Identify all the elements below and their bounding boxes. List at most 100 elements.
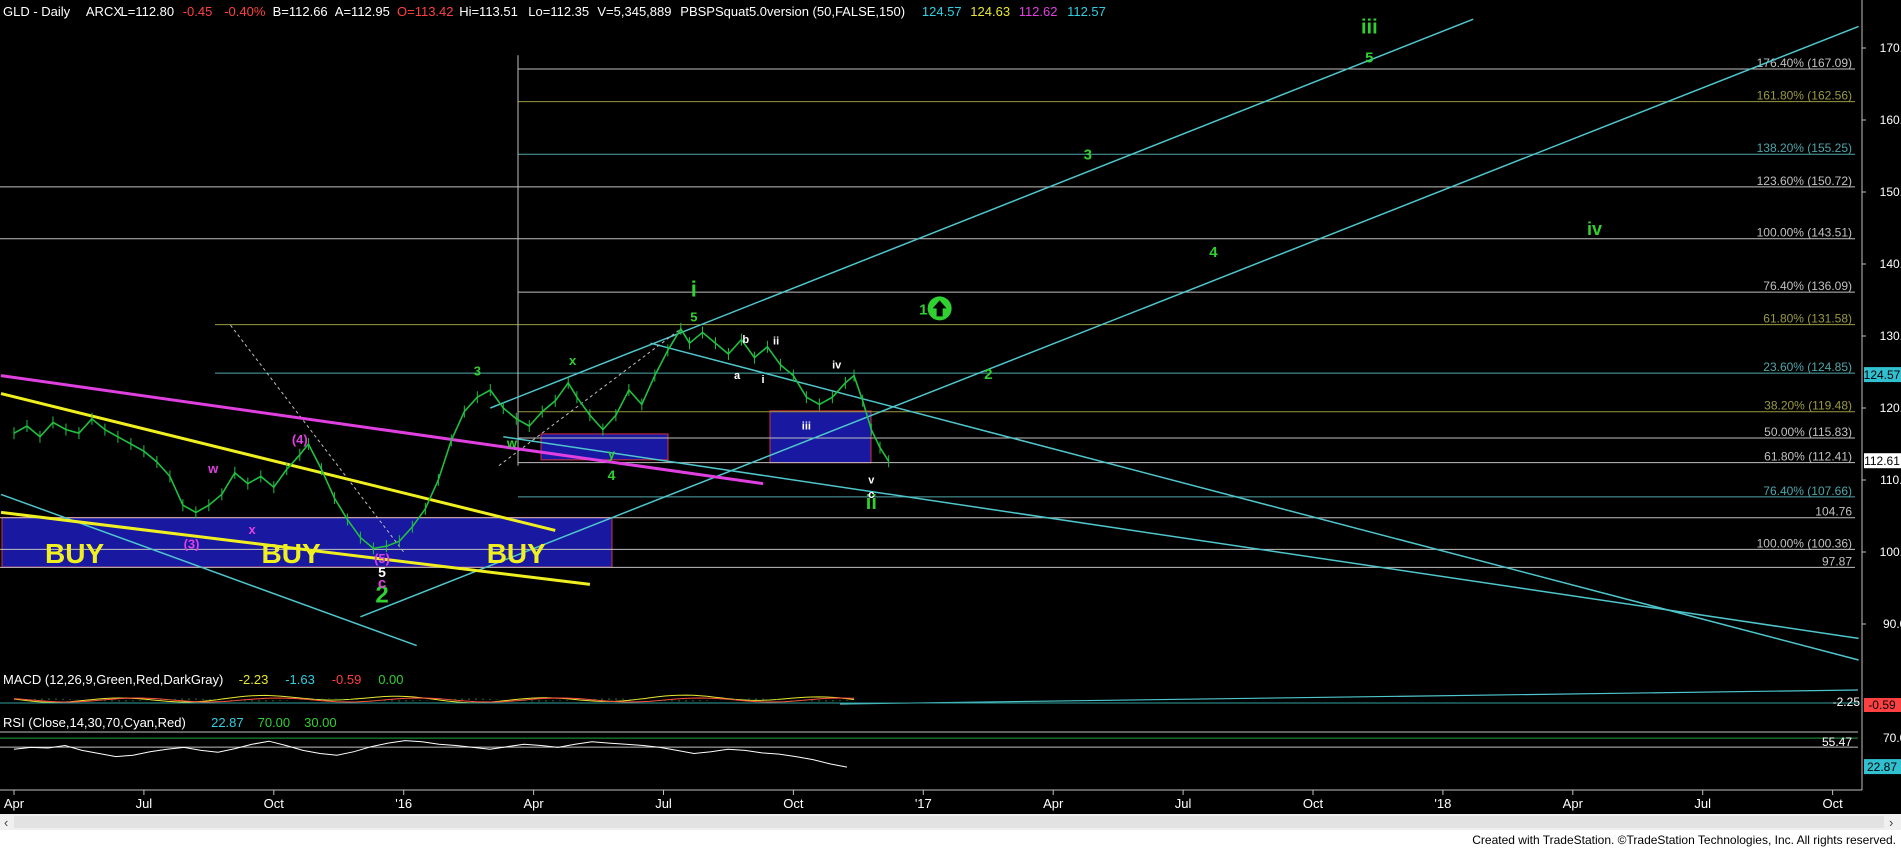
wave-label: 5	[690, 310, 697, 325]
time-tick-label: Oct	[1822, 796, 1843, 811]
wave-label: x	[569, 353, 577, 368]
zone-box	[769, 410, 872, 464]
time-tick-label: Apr	[1563, 796, 1584, 811]
time-tick-label: Jul	[1175, 796, 1192, 811]
header-field: L=112.80	[121, 4, 175, 19]
wave-label: (4)	[292, 432, 308, 447]
fib-level-label: 123.60% (150.72)	[1757, 174, 1852, 188]
fib-level-label: 97.87	[1822, 554, 1852, 568]
price-tick-label: 110.00	[1880, 473, 1901, 487]
macd-value: -2.23	[239, 672, 269, 687]
header-field: 112.62	[1019, 4, 1058, 19]
header-field: -0.40%	[224, 4, 266, 19]
price-marker-label: 124.57	[1864, 368, 1901, 382]
fib-level-label: 100.00% (143.51)	[1757, 226, 1852, 240]
macd-axis-label: -2.25	[1833, 695, 1861, 709]
fib-level-label: 23.60% (124.85)	[1763, 360, 1852, 374]
time-tick-label: Apr	[4, 796, 25, 811]
buy-label: BUY	[45, 538, 104, 569]
rsi-side-label: 55.47	[1822, 735, 1852, 749]
header-field: 124.57	[922, 4, 962, 19]
fib-level-label: 61.80% (131.58)	[1763, 312, 1852, 326]
wave-label: v	[868, 475, 875, 487]
rsi-marker-label: 22.87	[1867, 760, 1897, 774]
rsi-value: 70.00	[258, 715, 291, 730]
header-field: V=5,345,889	[597, 4, 671, 19]
macd-value: -0.59	[332, 672, 362, 687]
fib-level-label: 76.40% (107.66)	[1763, 484, 1852, 498]
wave-label: 1	[919, 301, 927, 318]
chart-canvas: 176.40% (167.09)161.80% (162.56)138.20% …	[0, 0, 1901, 848]
rsi-tick-label: 70.00	[1883, 731, 1901, 745]
wave-label: 5	[1365, 49, 1373, 66]
chart-header: GLD - Daily ARCXL=112.80 -0.45 -0.40% B=112.…	[3, 4, 1106, 19]
time-tick-label: Apr	[523, 796, 544, 811]
header-field: O=113.42	[397, 4, 454, 19]
scroll-left-icon[interactable]: ‹	[4, 815, 8, 830]
header-field: GLD - Daily	[3, 4, 71, 19]
wave-label: c	[378, 575, 386, 592]
price-tick-label: 130.00	[1880, 329, 1901, 343]
fib-level-label: 104.76	[1815, 505, 1852, 519]
wave-label: iii	[802, 421, 811, 433]
header-field: PBSPSquat5.0version (50,FALSE,150)	[680, 4, 905, 19]
up-arrow-icon	[927, 296, 952, 321]
wave-label: w	[207, 461, 219, 476]
wave-label: i	[691, 276, 697, 301]
time-tick-label: Oct	[783, 796, 804, 811]
header-field: B=112.66	[273, 4, 328, 19]
time-tick-label: '16	[395, 796, 412, 811]
wave-label: b	[742, 334, 749, 346]
wave-label: c	[868, 489, 874, 501]
time-tick-label: Jul	[1694, 796, 1711, 811]
fib-level-label: 50.00% (115.83)	[1764, 425, 1852, 439]
time-tick-label: Oct	[264, 796, 285, 811]
wave-label: 4	[1209, 244, 1218, 261]
fib-level-label: 61.80% (112.41)	[1764, 450, 1852, 464]
fib-level-label: 38.20% (119.48)	[1764, 399, 1852, 413]
price-tick-label: 120.00	[1880, 401, 1901, 415]
time-tick-label: '18	[1434, 796, 1451, 811]
fib-level-label: 161.80% (162.56)	[1757, 89, 1852, 103]
wave-label: x	[249, 522, 257, 537]
fib-level-label: 176.40% (167.09)	[1757, 56, 1852, 70]
wave-label: iii	[1361, 17, 1378, 39]
rsi-value: 30.00	[304, 715, 337, 730]
time-tick-label: Jul	[136, 796, 153, 811]
header-field: 112.57	[1067, 4, 1106, 19]
price-tick-label: 140.00	[1880, 257, 1901, 271]
fib-level-label: 100.00% (100.36)	[1757, 536, 1852, 550]
scroll-right-icon[interactable]: ›	[1889, 815, 1893, 830]
price-tick-label: 90.00	[1883, 617, 1901, 631]
time-tick-label: '17	[915, 796, 932, 811]
header-field: A=112.95	[335, 4, 390, 19]
price-tick-label: 100.00	[1880, 545, 1901, 559]
header-field: -0.45	[183, 4, 213, 19]
time-tick-label: Jul	[655, 796, 672, 811]
rsi-values: 22.87 70.00 30.00	[211, 715, 337, 730]
fib-level-label: 76.40% (136.09)	[1763, 279, 1852, 293]
rsi-title: RSI (Close,14,30,70,Cyan,Red)	[3, 715, 186, 730]
footer-credit: Created with TradeStation. ©TradeStation…	[1472, 833, 1896, 847]
price-tick-label: 150.00	[1880, 185, 1901, 199]
horizontal-scrollbar[interactable]: ‹ ›	[0, 814, 1901, 830]
wave-label: iv	[832, 359, 842, 371]
rsi-value: 22.87	[211, 715, 244, 730]
price-tick-label: 160.00	[1880, 113, 1901, 127]
buy-label: BUY	[487, 538, 546, 569]
fib-level-label: 138.20% (155.25)	[1757, 141, 1852, 155]
wave-label: i	[762, 374, 765, 386]
time-tick-label: Oct	[1303, 796, 1324, 811]
buy-label: BUY	[262, 538, 321, 569]
wave-label: (3)	[184, 536, 200, 551]
header-field: ARCX	[86, 4, 122, 19]
wave-label: y	[608, 446, 616, 461]
header-field: 124.63	[970, 4, 1010, 19]
price-tick-label: 170.00	[1880, 41, 1901, 55]
wave-label: 3	[474, 364, 481, 379]
wave-label: ii	[773, 336, 779, 348]
macd-value: 0.00	[378, 672, 403, 687]
price-marker-label: 112.61	[1864, 454, 1900, 468]
header-field: Lo=112.35	[528, 4, 589, 19]
macd-value: -1.63	[285, 672, 315, 687]
